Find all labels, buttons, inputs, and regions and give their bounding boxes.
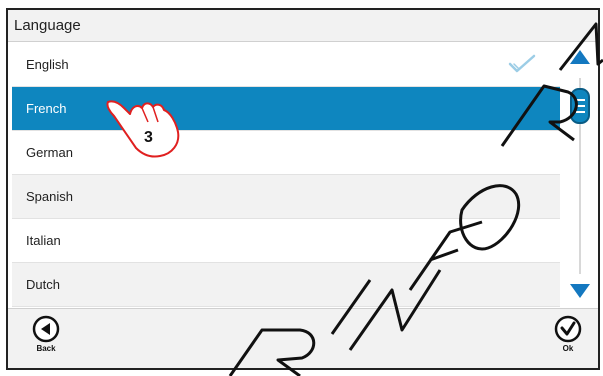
ok-check-icon [554,315,582,343]
list-item-italian[interactable]: Italian [12,219,560,263]
list-item-label: English [26,57,69,72]
dialog-title: Language [14,17,81,34]
scrollbar[interactable] [568,48,592,304]
step-number: 3 [144,129,153,146]
list-item-label: French [26,101,67,116]
bottom-toolbar: Back Ok [8,308,598,368]
back-arrow-icon [32,315,60,343]
checkmark-icon [508,54,536,79]
list-item-label: Italian [26,233,61,248]
back-label: Back [36,344,56,353]
list-item-spanish[interactable]: Spanish [12,175,560,219]
list-item-label: German [26,145,73,160]
ok-label: Ok [562,344,574,353]
scroll-down-icon[interactable] [570,284,590,298]
list-item-dutch[interactable]: Dutch [12,263,560,307]
title-bar: Language [8,10,598,42]
list-item-label: Spanish [26,189,73,204]
language-list: English French German Spanish Italian Du… [12,43,560,308]
scroll-thumb[interactable] [570,88,590,124]
language-dialog: Language English French German Spanish I… [6,8,600,370]
list-item-german[interactable]: German [12,131,560,175]
ok-button[interactable]: Ok [550,315,586,363]
scroll-up-icon[interactable] [570,50,590,64]
list-item-label: Dutch [26,277,60,292]
list-item-french[interactable]: French [12,87,560,131]
list-item-english[interactable]: English [12,43,560,87]
back-button[interactable]: Back [28,315,64,363]
pointing-hand-icon: 3 [100,92,190,167]
